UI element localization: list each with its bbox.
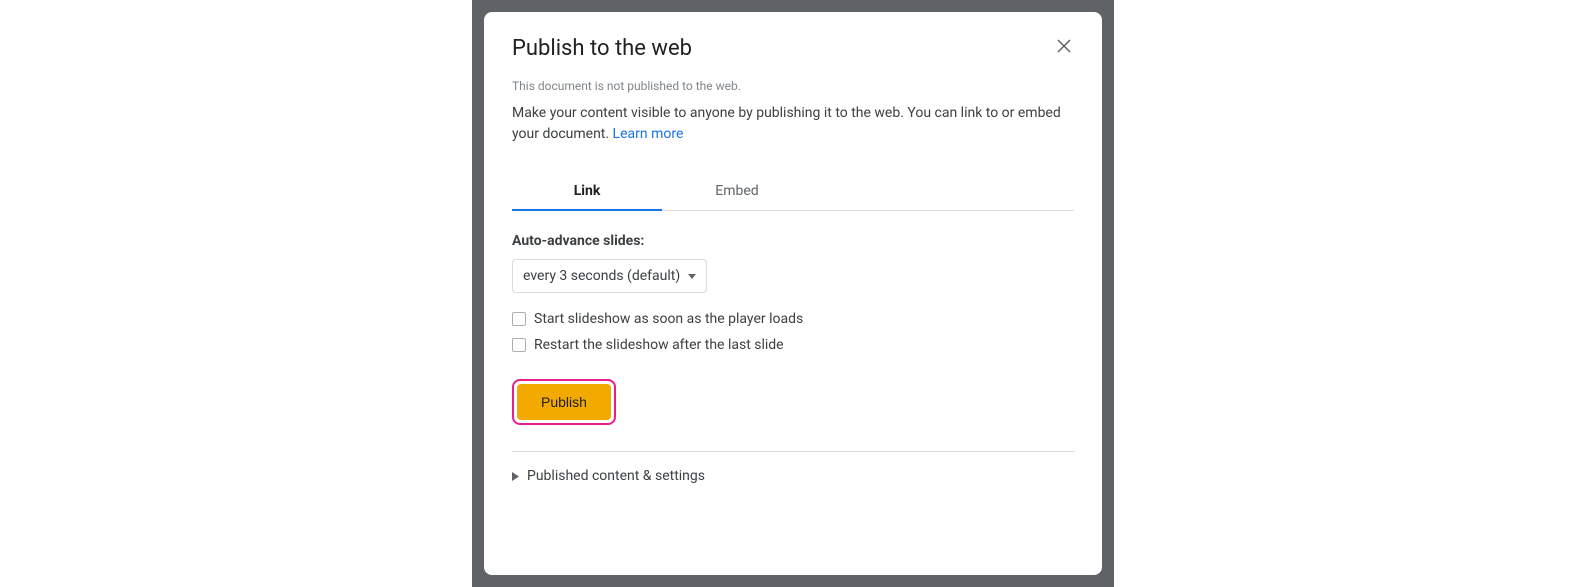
dialog-header: Publish to the web	[512, 36, 1074, 61]
checkbox-restart-slideshow[interactable]: Restart the slideshow after the last sli…	[512, 337, 1074, 353]
tab-embed[interactable]: Embed	[662, 173, 812, 211]
checkbox-icon	[512, 312, 526, 326]
checkbox-start-slideshow[interactable]: Start slideshow as soon as the player lo…	[512, 311, 1074, 327]
auto-advance-value: every 3 seconds (default)	[523, 268, 680, 284]
auto-advance-select[interactable]: every 3 seconds (default)	[512, 259, 707, 293]
publish-dialog: Publish to the web This document is not …	[484, 12, 1102, 575]
publish-button-highlight: Publish	[512, 379, 616, 425]
publish-status: This document is not published to the we…	[512, 79, 1074, 93]
checkbox-start-label: Start slideshow as soon as the player lo…	[534, 311, 803, 327]
publish-button[interactable]: Publish	[517, 384, 611, 420]
auto-advance-label: Auto-advance slides:	[512, 233, 1074, 249]
chevron-right-icon	[512, 472, 519, 481]
tab-bar: Link Embed	[512, 173, 1074, 211]
close-button[interactable]	[1054, 39, 1074, 59]
divider	[512, 451, 1074, 452]
description-text: Make your content visible to anyone by p…	[512, 105, 1061, 142]
tab-link[interactable]: Link	[512, 173, 662, 211]
dialog-description: Make your content visible to anyone by p…	[512, 103, 1074, 145]
dialog-title: Publish to the web	[512, 36, 692, 61]
published-content-expander[interactable]: Published content & settings	[512, 468, 1074, 484]
dialog-backdrop: Publish to the web This document is not …	[472, 0, 1114, 587]
close-icon	[1056, 38, 1072, 59]
checkbox-restart-label: Restart the slideshow after the last sli…	[534, 337, 784, 353]
expander-label: Published content & settings	[527, 468, 705, 484]
checkbox-icon	[512, 338, 526, 352]
learn-more-link[interactable]: Learn more	[613, 126, 684, 142]
caret-down-icon	[688, 274, 696, 279]
